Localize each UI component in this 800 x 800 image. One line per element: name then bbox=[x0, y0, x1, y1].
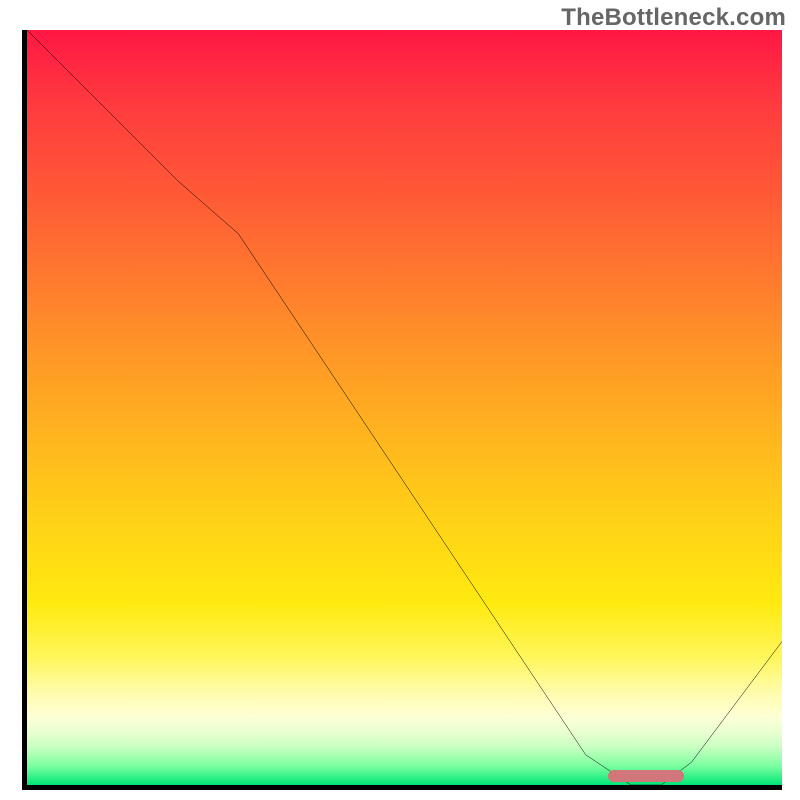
heat-gradient bbox=[27, 30, 782, 785]
plot-frame bbox=[22, 30, 782, 790]
optimal-range-marker bbox=[608, 770, 684, 782]
plot-area bbox=[27, 30, 782, 785]
chart-root: TheBottleneck.com bbox=[0, 0, 800, 800]
watermark-text: TheBottleneck.com bbox=[561, 4, 786, 32]
